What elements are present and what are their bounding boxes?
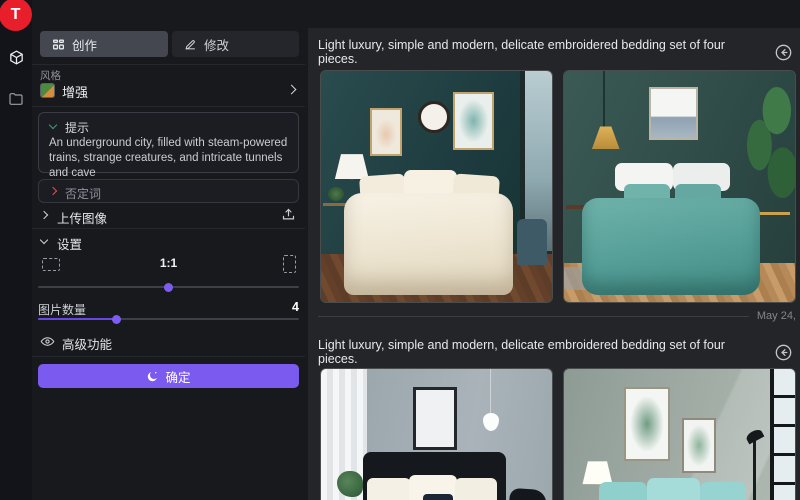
generated-image-3[interactable] [320,368,553,500]
scene-art-frame [370,108,402,157]
image-count-slider-thumb[interactable] [112,315,121,324]
scene-bed [344,193,513,295]
scene-floor-lamp [753,438,756,500]
aspect-ratio-slider[interactable] [38,286,299,288]
scene-pillow [367,478,411,500]
tab-modify-label: 修改 [204,35,229,54]
bedroom-scene-teal [564,71,795,302]
scene-pillow [700,482,746,500]
aspect-slider-thumb[interactable] [164,283,173,292]
generated-image-2[interactable] [563,70,796,303]
aspect-portrait-icon[interactable] [283,255,296,273]
confirm-label: 确定 [165,367,190,386]
settings-label: 设置 [57,234,82,253]
date-label: May 24, [749,310,796,322]
tab-modify[interactable]: 修改 [172,31,299,57]
result-prompt-row: Light luxury, simple and modern, delicat… [318,38,792,66]
divider [32,356,305,357]
avatar[interactable]: T [0,0,32,31]
divider [32,106,305,107]
upload-icon[interactable] [281,207,296,222]
edit-icon [184,38,197,51]
style-value[interactable]: 增强 [62,82,88,101]
scene-art-frame [624,387,670,461]
scene-plant [328,187,344,201]
generated-image-1[interactable] [320,70,553,303]
chevron-right-icon[interactable] [49,187,57,195]
result-prompt-text: Light luxury, simple and modern, delicat… [318,338,765,366]
scene-window [770,369,795,500]
scene-pillow [647,478,700,500]
tab-create[interactable]: 创作 [40,31,168,57]
moon-icon [146,370,159,383]
prompt-text[interactable]: An underground city, filled with steam-p… [49,136,291,181]
chevron-right-icon [40,211,48,219]
results-area: Light luxury, simple and modern, delicat… [308,28,800,500]
bedroom-scene-gray [321,369,552,500]
cube-icon[interactable] [7,48,25,66]
scene-pendant-cord [490,369,492,415]
scene-pillow [423,494,453,500]
style-section-label: 风格 [40,68,61,83]
scene-art-frame [682,418,717,473]
scene-pendant-lamp [483,413,499,431]
folder-icon[interactable] [7,90,25,108]
left-rail: T [0,0,32,500]
result-prompt-row: Light luxury, simple and modern, delicat… [318,338,792,366]
date-divider: May 24, [318,310,796,322]
scene-plant [337,471,363,497]
generated-image-4[interactable] [563,368,796,500]
prompt-label: 提示 [65,119,89,136]
eye-icon [40,334,55,349]
upload-label: 上传图像 [57,208,107,227]
control-panel: 创作 修改 风格 增强 提示 An underground city, fill… [32,0,305,500]
aspect-ratio-value: 1:1 [32,256,305,270]
divider-line [318,316,749,317]
advanced-label: 高级功能 [62,334,112,353]
image-count-slider-fill [38,318,116,320]
scene-wall-clock [418,101,450,133]
image-count-slider[interactable] [38,318,299,320]
advanced-row[interactable]: 高级功能 [32,332,305,352]
scene-art-frame [413,387,457,449]
result-prompt-text: Light luxury, simple and modern, delicat… [318,38,765,66]
grid-icon [52,38,65,51]
negative-label: 否定词 [65,185,101,202]
scene-art-frame [649,87,698,140]
scene-pillow [455,478,497,500]
settings-row[interactable]: 设置 [32,233,305,251]
confirm-button[interactable]: 确定 [38,364,299,388]
bedroom-scene-cream [321,71,552,302]
scene-art-frame [453,92,495,150]
scene-bed [582,198,760,295]
scene-side-table [756,212,791,215]
bedroom-scene-mint [564,369,795,500]
negative-box[interactable]: 否定词 [38,179,299,203]
chevron-right-icon[interactable] [287,85,297,95]
reuse-prompt-icon[interactable] [775,44,792,61]
scene-pillow [599,482,648,500]
scene-armchair [517,219,547,265]
chevron-down-icon [40,236,48,244]
reuse-prompt-icon[interactable] [775,344,792,361]
divider [32,228,305,229]
image-count-value: 4 [32,300,299,314]
style-thumbnail-icon [40,83,55,98]
scene-pendant-cord [603,71,605,129]
prompt-box[interactable]: 提示 An underground city, filled with stea… [38,112,299,173]
upload-row[interactable]: 上传图像 [32,205,305,227]
divider [32,64,305,65]
tab-create-label: 创作 [72,35,97,54]
chevron-down-icon[interactable] [49,121,57,129]
